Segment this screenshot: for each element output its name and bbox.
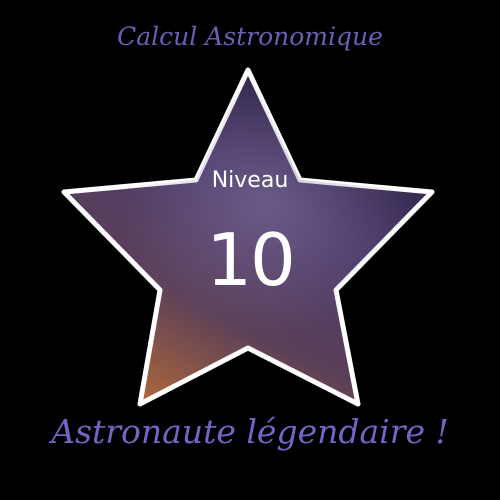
level-number: 10 [206,218,296,302]
rank-title: Astronaute légendaire ! [51,412,449,451]
level-badge: Calcul Astronomique Niveau 10 Astronaute… [0,0,500,500]
level-label: Niveau [211,168,289,193]
